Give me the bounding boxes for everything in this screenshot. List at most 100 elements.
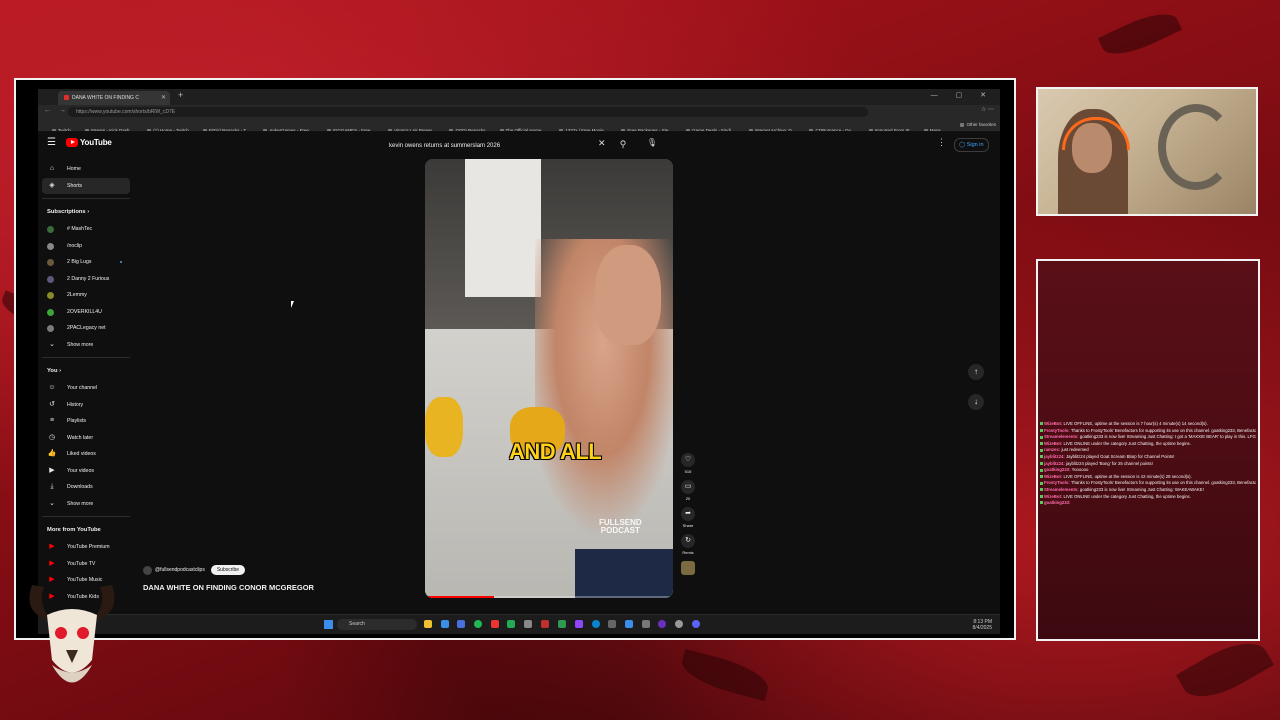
subscribe-button[interactable]: Subscribe bbox=[210, 565, 246, 575]
goat-skull-logo bbox=[29, 585, 115, 683]
app-icon[interactable] bbox=[675, 620, 683, 628]
close-tab-icon[interactable]: ✕ bbox=[161, 91, 166, 105]
taskbar-search[interactable]: Search bbox=[337, 619, 417, 630]
sound-thumbnail[interactable] bbox=[679, 561, 697, 575]
microphone-icon[interactable]: 🎙 bbox=[645, 136, 659, 150]
app-icon[interactable] bbox=[491, 620, 499, 628]
channel-avatar[interactable] bbox=[143, 565, 152, 575]
show-more-you[interactable]: ⌄ Show more bbox=[42, 496, 130, 513]
video-progress-bar[interactable] bbox=[425, 596, 673, 598]
twitch-icon[interactable] bbox=[575, 620, 583, 628]
divider bbox=[42, 516, 130, 517]
sidebar-subscription-item[interactable]: # MashTec bbox=[42, 221, 130, 238]
chat-message: WizeBot: LIVE OFFLINE, uptime at the ses… bbox=[1040, 421, 1256, 428]
sidebar-item-like[interactable]: 👍 Liked videos bbox=[42, 446, 130, 463]
video-frame-trunks bbox=[575, 549, 673, 598]
app-icon[interactable] bbox=[625, 620, 633, 628]
chat-username[interactable]: WizeBot: bbox=[1044, 421, 1062, 426]
discord-icon[interactable] bbox=[692, 620, 700, 628]
sidebar-item-watch-later[interactable]: ◷ Watch later bbox=[42, 430, 130, 447]
chat-username[interactable]: jayblitz24: bbox=[1044, 454, 1065, 459]
sidebar-item-download[interactable]: ⤓ Downloads bbox=[42, 479, 130, 496]
shorts-video-player[interactable]: AND ALL FULLSEND PODCAST bbox=[425, 159, 673, 598]
chat-username[interactable]: jayblitz24: bbox=[1044, 461, 1065, 466]
chat-username[interactable]: WizeBot: bbox=[1044, 474, 1062, 479]
comment-button[interactable]: ▭ 20 bbox=[679, 480, 697, 501]
sidebar-subscription-item[interactable]: 2 Big Lugs bbox=[42, 254, 130, 271]
previous-short-button[interactable]: ↑ bbox=[968, 364, 984, 380]
channel-avatar bbox=[47, 259, 54, 266]
sidebar-item-history[interactable]: ↺ History bbox=[42, 397, 130, 414]
channel-name[interactable]: @fullsendpodcastclips bbox=[155, 567, 205, 573]
subscriptions-heading[interactable]: Subscriptions › bbox=[42, 203, 130, 221]
chat-username[interactable]: Streamelements: bbox=[1044, 434, 1079, 439]
sidebar-more-item[interactable]: ▶ YouTube TV bbox=[42, 556, 130, 573]
chat-username[interactable]: FrostyTools: bbox=[1044, 480, 1070, 485]
sidebar-item-shorts[interactable]: ◈ Shorts bbox=[42, 177, 130, 194]
chat-username[interactable]: WizeBot: bbox=[1044, 494, 1062, 499]
window-controls[interactable]: — ▢ ✕ bbox=[931, 91, 994, 99]
sidebar-item-your-videos[interactable]: ▶ Your videos bbox=[42, 463, 130, 480]
sidebar-item-home[interactable]: ⌂ Home bbox=[42, 161, 130, 178]
search-input[interactable]: kevin owens returns at summerslam 2026 bbox=[389, 139, 618, 153]
sidebar-subscription-item[interactable]: 2PACLegacy net bbox=[42, 320, 130, 337]
edge-icon[interactable] bbox=[592, 620, 600, 628]
other-favorites[interactable]: Other favorites bbox=[960, 119, 996, 131]
app-icon[interactable] bbox=[642, 620, 650, 628]
sidebar-subscription-item[interactable]: /noclip bbox=[42, 238, 130, 255]
show-more-subscriptions[interactable]: ⌄ Show more bbox=[42, 337, 130, 354]
youtube-logo[interactable]: YouTube bbox=[66, 138, 112, 147]
system-tray-clock[interactable]: 8:13 PM 8/4/2025 bbox=[973, 619, 992, 631]
channel-avatar bbox=[47, 308, 54, 316]
app-icon[interactable] bbox=[658, 620, 666, 628]
chat-username[interactable]: ramzes: bbox=[1044, 447, 1060, 452]
chat-username[interactable]: goatking233: bbox=[1044, 500, 1071, 505]
chat-username[interactable]: FrostyTools: bbox=[1044, 428, 1070, 433]
sidebar-subscription-item[interactable]: 2OVERKILL4U bbox=[42, 304, 130, 321]
extensions-icon[interactable]: ☆ ⋯ bbox=[981, 106, 994, 113]
chat-text: just redeemed bbox=[1061, 447, 1089, 453]
chat-message: WizeBot: LIVE ONLINE under the category … bbox=[1040, 494, 1256, 501]
file-explorer-icon[interactable] bbox=[424, 620, 432, 628]
share-button[interactable]: ➦ Share bbox=[679, 507, 697, 528]
new-tab-button[interactable]: + bbox=[178, 90, 183, 100]
address-bar[interactable]: https://www.youtube.com/shorts/bRlW_cD7E bbox=[68, 107, 868, 117]
sidebar-subscription-item[interactable]: 2 Danny 2 Furious bbox=[42, 271, 130, 288]
search-icon[interactable]: ⚲ bbox=[616, 137, 630, 151]
app-icon[interactable] bbox=[524, 620, 532, 628]
video-title[interactable]: DANA WHITE ON FINDING CONOR MCGREGOR bbox=[143, 583, 314, 592]
app-icon[interactable] bbox=[441, 620, 449, 628]
app-icon[interactable] bbox=[457, 620, 465, 628]
you-list: ☺ Your channel ↺ History ≡ Playlists ◷ Watch la… bbox=[42, 380, 130, 496]
windows-start-icon[interactable] bbox=[324, 620, 333, 629]
sign-in-button[interactable]: ◯ Sign in bbox=[954, 138, 989, 152]
sidebar-subscription-item[interactable]: 2Lemmy bbox=[42, 287, 130, 304]
menu-icon[interactable]: ☰ bbox=[47, 138, 56, 148]
shorts-icon: ◈ bbox=[49, 181, 55, 189]
video-watermark: FULLSEND PODCAST bbox=[599, 518, 642, 535]
browser-tab[interactable]: DANA WHITE ON FINDING C ✕ bbox=[58, 91, 170, 105]
app-icon[interactable] bbox=[541, 620, 549, 628]
chat-username[interactable]: goatking233: bbox=[1044, 467, 1071, 472]
app-icon[interactable] bbox=[507, 620, 515, 628]
like-icon: ♡ bbox=[681, 453, 695, 467]
you-heading[interactable]: You › bbox=[42, 362, 130, 380]
like-button[interactable]: ♡ 515 bbox=[679, 453, 697, 474]
sidebar-item-channel[interactable]: ☺ Your channel bbox=[42, 380, 130, 397]
app-icon[interactable] bbox=[608, 620, 616, 628]
sidebar-more-item[interactable]: ▶ YouTube Premium bbox=[42, 539, 130, 556]
remix-button[interactable]: ↻ Remix bbox=[679, 534, 697, 555]
more-options-icon[interactable]: ⋮ bbox=[937, 137, 946, 148]
chat-username[interactable]: WizeBot: bbox=[1044, 441, 1062, 446]
video-caption: AND ALL bbox=[509, 439, 602, 464]
spotify-icon[interactable] bbox=[474, 620, 482, 628]
chat-messages: WizeBot: LIVE OFFLINE, uptime at the ses… bbox=[1040, 421, 1256, 507]
chat-username[interactable]: Streamelements: bbox=[1044, 487, 1079, 492]
tab-bar: DANA WHITE ON FINDING C ✕ + — ▢ ✕ bbox=[38, 89, 1000, 105]
youtube-play-icon bbox=[66, 138, 78, 147]
sidebar-item-playlists[interactable]: ≡ Playlists bbox=[42, 413, 130, 430]
video-progress-fill bbox=[425, 596, 495, 598]
clear-search-icon[interactable]: ✕ bbox=[598, 138, 606, 149]
next-short-button[interactable]: ↓ bbox=[968, 394, 984, 410]
app-icon[interactable] bbox=[558, 620, 566, 628]
